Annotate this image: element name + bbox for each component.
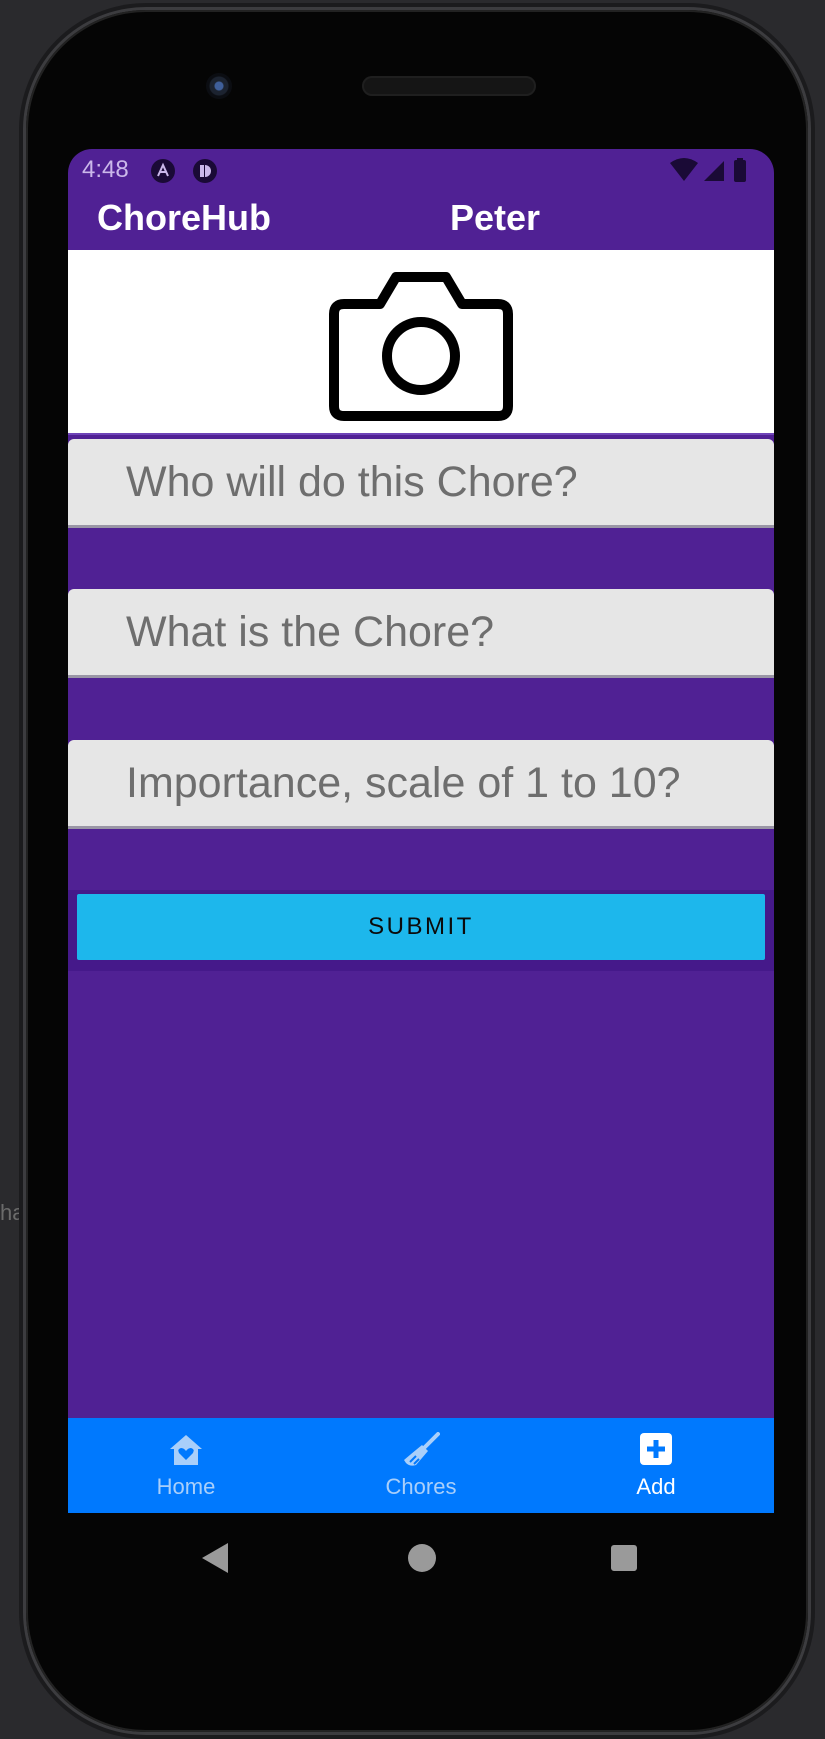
front-camera	[206, 73, 232, 99]
wifi-icon	[670, 158, 698, 181]
broom-icon	[404, 1432, 440, 1466]
home-heart-icon	[170, 1435, 202, 1465]
nav-label-home: Home	[156, 1474, 216, 1499]
importance-input[interactable]	[68, 740, 774, 826]
submit-button[interactable]: SUBMIT	[77, 894, 765, 960]
assignee-input[interactable]	[68, 439, 774, 525]
chore-input[interactable]	[68, 589, 774, 675]
app-screen: 4:48 ChoreHub Peter Who will do this Cho…	[68, 149, 774, 1513]
nav-item-add[interactable]: Add	[538, 1418, 774, 1513]
plus-square-icon	[640, 1433, 672, 1465]
app-title: ChoreHub	[97, 197, 271, 238]
signal-icon	[704, 161, 724, 181]
status-time: 4:48	[82, 156, 129, 183]
background-window-text: ha	[0, 1200, 25, 1225]
earpiece-speaker	[362, 76, 536, 96]
camera-icon[interactable]	[328, 264, 514, 422]
nav-label-chores: Chores	[385, 1474, 457, 1499]
current-user-name: Peter	[450, 197, 541, 238]
chore-field[interactable]	[68, 589, 774, 678]
bottom-navigation: Home Chores Add	[68, 1418, 774, 1513]
battery-icon	[734, 160, 746, 182]
back-icon[interactable]	[200, 1541, 230, 1575]
photo-picker[interactable]	[68, 250, 774, 435]
recents-square-icon[interactable]	[611, 1545, 637, 1571]
nav-item-home[interactable]: Home	[68, 1418, 304, 1513]
importance-field[interactable]	[68, 740, 774, 829]
app-bar: ChoreHub Peter	[68, 193, 774, 249]
status-bar: 4:48	[68, 149, 774, 193]
assignee-field[interactable]	[68, 439, 774, 528]
submit-container: SUBMIT	[68, 890, 774, 971]
system-status-icons	[670, 158, 746, 182]
app-notification-icon-2	[193, 159, 217, 183]
app-notification-icon	[151, 159, 175, 183]
home-circle-icon[interactable]	[408, 1544, 436, 1572]
nav-label-add: Add	[636, 1474, 676, 1499]
nav-item-chores[interactable]: Chores	[303, 1418, 539, 1513]
